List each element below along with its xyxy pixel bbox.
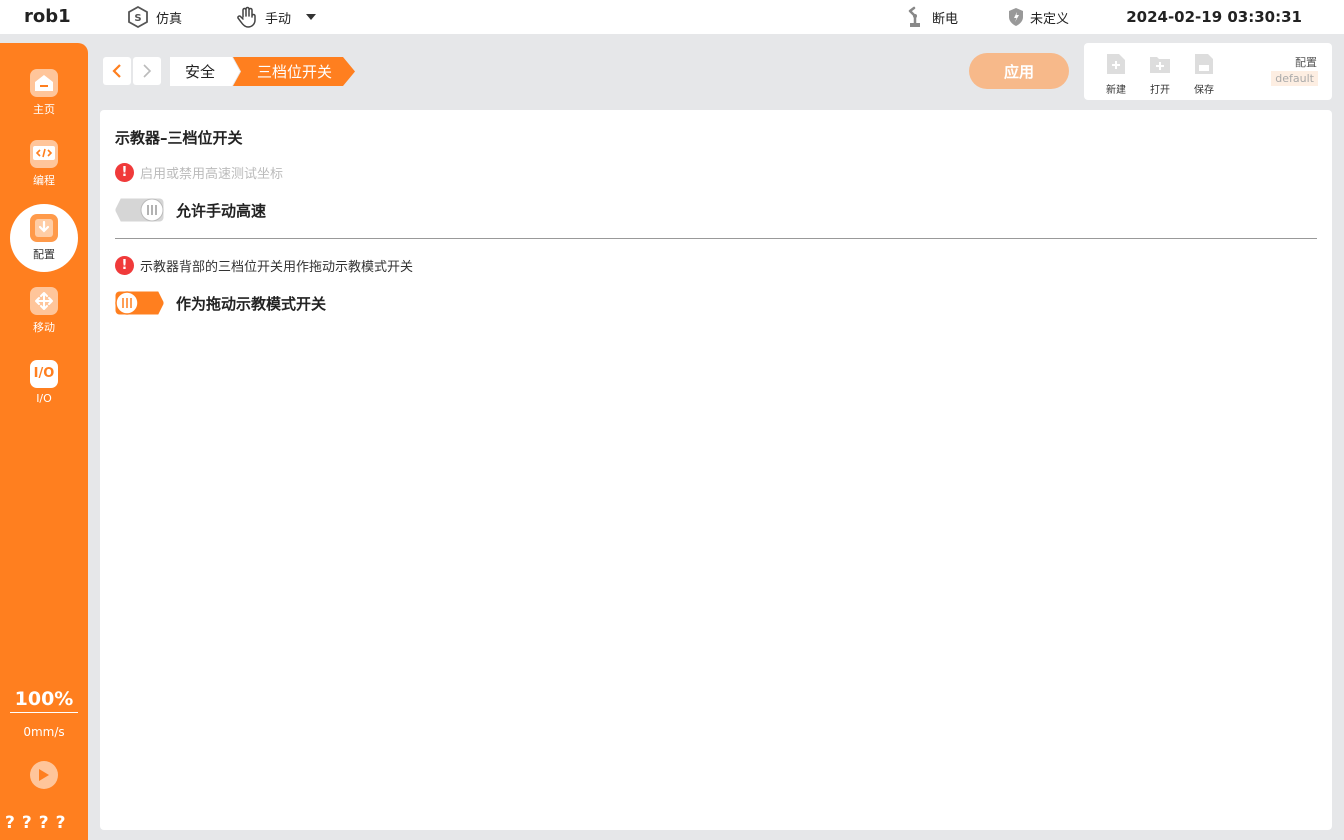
setting-hint: ! 启用或禁用高速测试坐标	[115, 163, 283, 182]
save-button[interactable]: 保存	[1186, 51, 1222, 96]
page-title: 示教器–三档位开关	[115, 129, 243, 147]
drag-teach-mode-toggle[interactable]	[115, 291, 164, 315]
warning-icon: !	[115, 163, 134, 182]
chevron-down-icon	[305, 12, 317, 22]
play-button[interactable]	[30, 761, 58, 789]
hand-icon	[235, 5, 259, 29]
manual-label: 手动	[265, 11, 292, 27]
back-button[interactable]	[103, 57, 131, 85]
simulation-icon: S	[126, 5, 150, 29]
open-folder-icon	[1150, 57, 1170, 73]
safety-status-label: 未定义	[1030, 11, 1070, 27]
sidebar-item-io[interactable]: I/O I/O	[0, 348, 88, 416]
breadcrumb-safety[interactable]: 安全	[170, 57, 240, 86]
sidebar-item-label: 主页	[33, 103, 55, 116]
open-label: 打开	[1150, 85, 1170, 96]
svg-text:S: S	[134, 13, 141, 24]
config-icon	[30, 214, 58, 242]
shield-icon	[1008, 7, 1024, 27]
power-status-label: 断电	[932, 11, 959, 27]
file-toolbar: 新建 打开 保存 配置 default	[1084, 43, 1332, 100]
speed-percentage[interactable]: 100%	[10, 688, 78, 713]
chevron-right-icon	[143, 64, 152, 78]
safety-status: 未定义	[1008, 0, 1069, 34]
breadcrumb-label: 三档位开关	[257, 63, 333, 81]
sidebar-item-config[interactable]: 配置	[10, 204, 78, 272]
config-name[interactable]: default	[1271, 71, 1318, 86]
io-icon-glyph: I/O	[33, 366, 55, 381]
toggle-label: 允许手动高速	[176, 201, 267, 220]
breadcrumb-three-position-switch[interactable]: 三档位开关	[233, 57, 355, 86]
toggle-label: 作为拖动示教模式开关	[176, 294, 327, 313]
new-file-icon	[1107, 54, 1125, 74]
manual-high-speed-toggle[interactable]	[115, 198, 164, 222]
new-label: 新建	[1106, 85, 1126, 96]
save-label: 保存	[1194, 85, 1214, 96]
sidebar-item-home[interactable]: 主页	[0, 59, 88, 127]
simulation-mode[interactable]: S 仿真	[126, 0, 182, 34]
sidebar-item-programming[interactable]: 编程	[0, 130, 88, 198]
config-label: 配置	[1295, 56, 1317, 69]
warning-icon: !	[115, 256, 134, 275]
hint-text: 启用或禁用高速测试坐标	[140, 167, 284, 182]
simulation-label: 仿真	[156, 11, 183, 27]
setting-row: 作为拖动示教模式开关	[115, 291, 326, 315]
main-content: 示教器–三档位开关 ! 启用或禁用高速测试坐标 允许手动高速 ! 示教器背部的三…	[100, 110, 1332, 830]
home-icon	[30, 69, 58, 97]
sidebar-item-move[interactable]: 移动	[0, 277, 88, 345]
sidebar: 主页 编程 配置 移动 I/O I/O 100% 0mm/s ????	[0, 43, 88, 840]
forward-button[interactable]	[133, 57, 161, 85]
robot-arm-icon	[906, 6, 926, 28]
history-navigation	[103, 57, 161, 85]
open-button[interactable]: 打开	[1142, 51, 1178, 96]
sidebar-item-label: I/O	[36, 391, 52, 405]
hint-text: 示教器背部的三档位开关用作拖动示教模式开关	[140, 260, 414, 275]
apply-button[interactable]: 应用	[969, 53, 1069, 89]
datetime: 2024-02-19 03:30:31	[1126, 8, 1302, 26]
chevron-left-icon	[112, 64, 121, 78]
sidebar-item-label: 移动	[33, 321, 55, 334]
top-bar: rob1 S 仿真 手动 断电 未定义 2024-02-19 03:30:31	[0, 0, 1344, 34]
code-icon	[30, 140, 58, 168]
move-icon	[30, 287, 58, 315]
play-icon	[39, 769, 49, 781]
divider	[115, 238, 1317, 239]
setting-hint: ! 示教器背部的三档位开关用作拖动示教模式开关	[115, 256, 413, 275]
sidebar-item-label: 编程	[33, 174, 55, 187]
velocity-readout: 0mm/s	[23, 725, 65, 739]
power-status: 断电	[906, 0, 958, 34]
sidebar-item-label: 配置	[33, 248, 55, 261]
status-indicators: ????	[5, 813, 73, 833]
new-button[interactable]: 新建	[1098, 51, 1134, 96]
io-icon: I/O	[30, 359, 58, 388]
manual-mode-dropdown[interactable]: 手动	[235, 0, 317, 34]
breadcrumb-label: 安全	[185, 63, 216, 81]
setting-row: 允许手动高速	[115, 198, 266, 222]
save-icon	[1195, 54, 1213, 74]
robot-name: rob1	[24, 6, 71, 27]
